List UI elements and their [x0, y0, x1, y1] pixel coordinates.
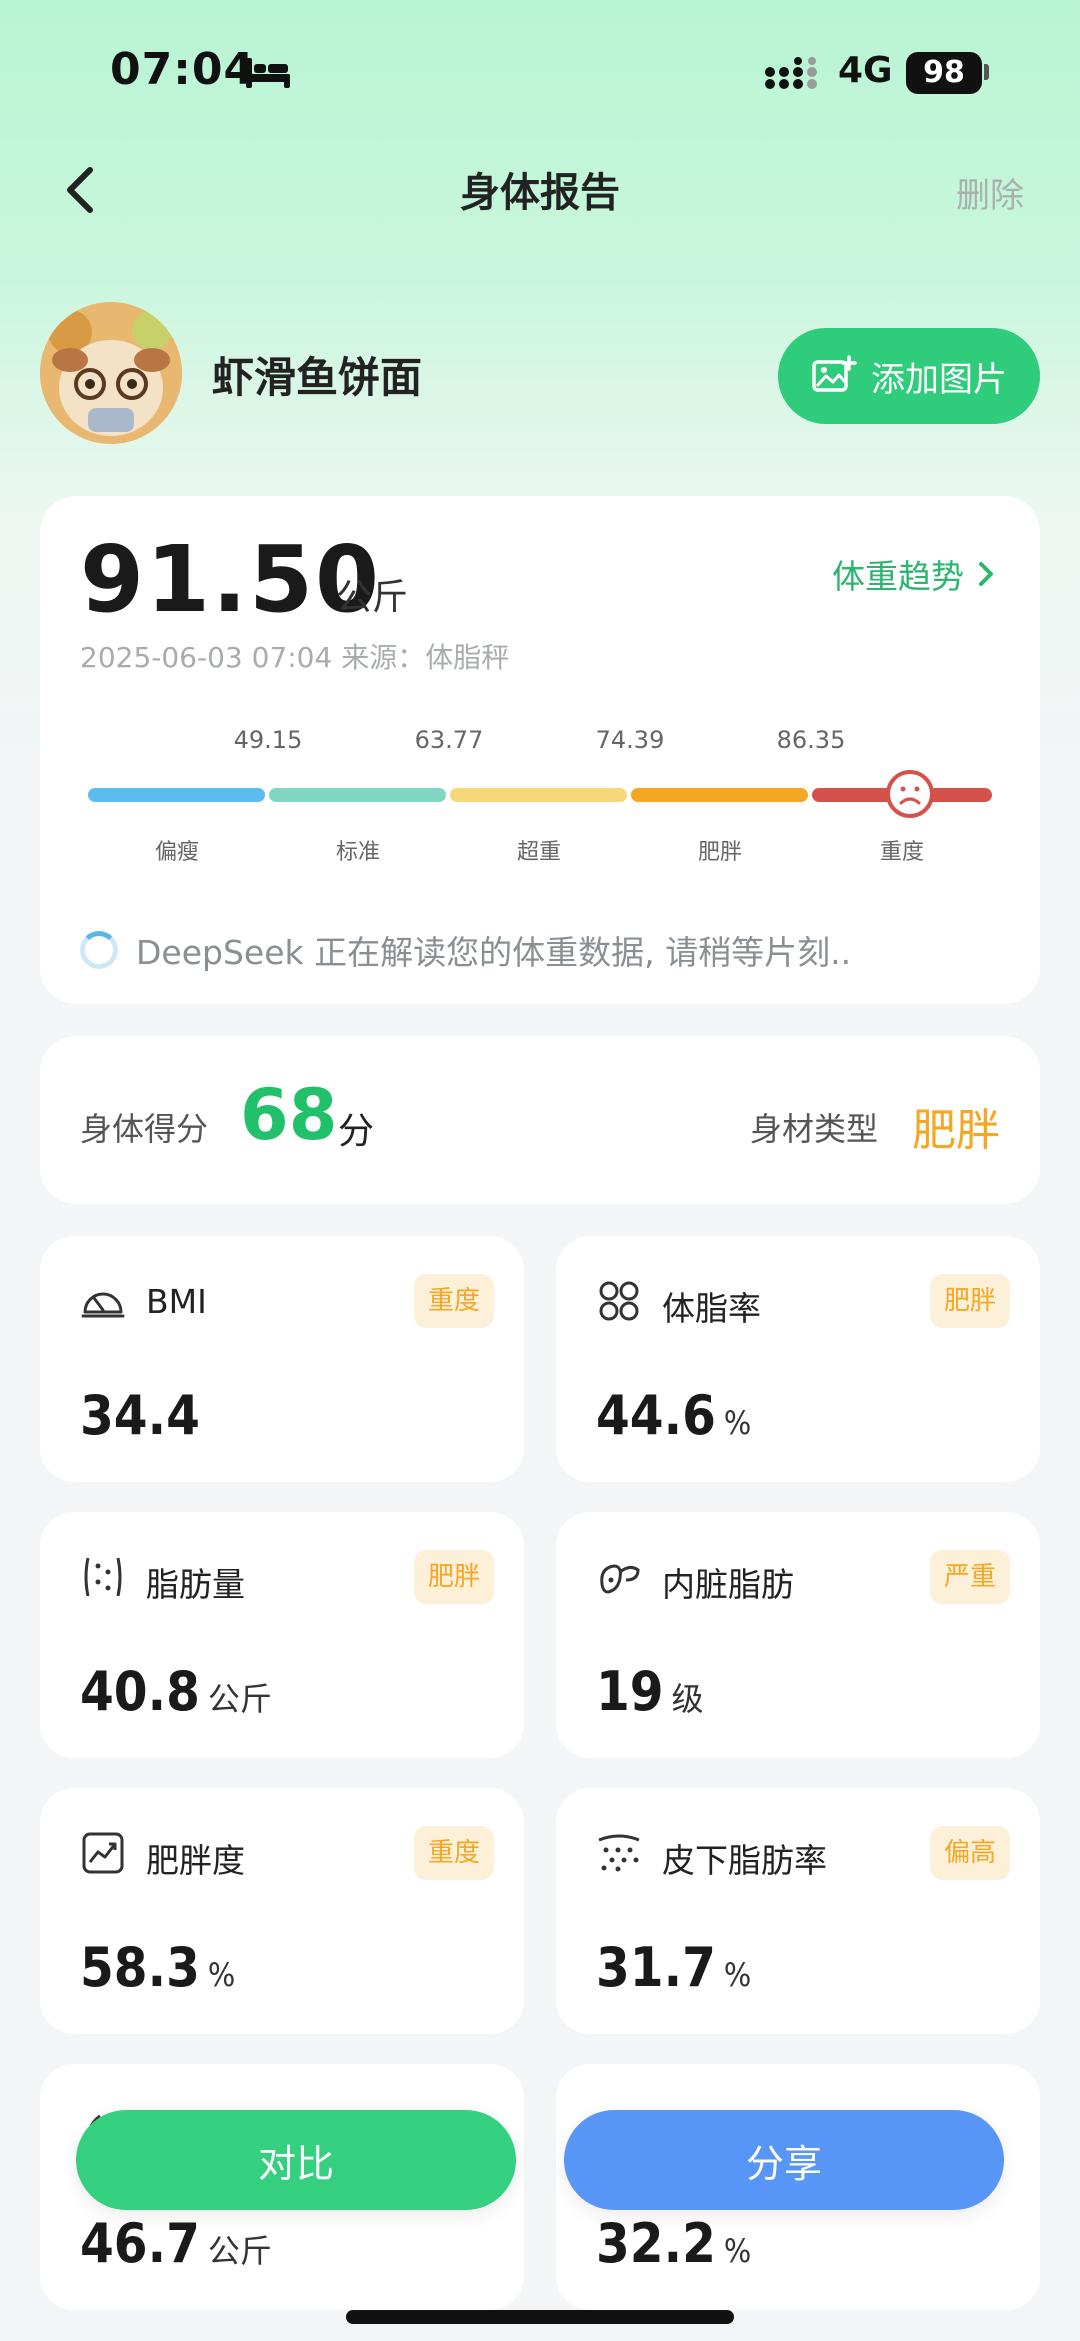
status-bar: 07:04 4G 98	[0, 0, 1080, 150]
bodytype-value: 肥胖	[912, 1105, 1000, 1156]
scale-label: 超重	[516, 840, 562, 865]
add-image-button[interactable]: 添加图片	[778, 328, 1040, 424]
metric-card-body-fat[interactable]: 体脂率 肥胖 44.6%	[556, 1236, 1040, 1482]
ai-status-text: DeepSeek 正在解读您的体重数据, 请稍等片刻..	[136, 933, 852, 972]
scale-segment-obese	[631, 788, 808, 802]
scale-threshold: 63.77	[414, 726, 484, 754]
chevron-right-icon	[979, 562, 993, 586]
score-card: 身体得分 68 分 身材类型 肥胖	[40, 1036, 1040, 1204]
add-image-icon	[812, 355, 857, 392]
compare-button[interactable]: 对比	[76, 2110, 516, 2210]
metric-value: 34.4	[80, 1384, 200, 1447]
gauge-icon	[81, 1292, 125, 1318]
home-indicator	[346, 2310, 734, 2324]
avatar[interactable]	[40, 302, 182, 444]
username: 虾滑鱼饼面	[212, 353, 423, 402]
metric-name: 肥胖度	[146, 1841, 245, 1880]
fat-mass-icon	[84, 1557, 122, 1597]
metric-card-fat-mass[interactable]: 脂肪量 肥胖 40.8 公斤	[40, 1512, 524, 1758]
metric-card-obesity-degree[interactable]: 肥胖度 重度 58.3%	[40, 1788, 524, 2034]
metric-badge: 肥胖	[929, 1274, 1010, 1328]
metric-value: 46.7 公斤	[80, 2212, 272, 2275]
metric-card-bmi[interactable]: BMI 重度 34.4	[40, 1236, 524, 1482]
battery-indicator: 98	[906, 52, 982, 94]
scale-label: 标准	[335, 840, 381, 865]
ai-analysis-status: DeepSeek 正在解读您的体重数据, 请稍等片刻..	[80, 926, 851, 974]
metric-name: 内脏脂肪	[662, 1565, 794, 1604]
signal-icon	[765, 57, 817, 89]
network-label: 4G	[838, 50, 893, 91]
metric-value: 32.2%	[596, 2212, 752, 2275]
subcutaneous-icon	[598, 1834, 640, 1872]
metric-value: 44.6%	[596, 1384, 752, 1447]
metric-card-visceral-fat[interactable]: 内脏脂肪 严重 19 级	[556, 1512, 1040, 1758]
organ-icon	[600, 1564, 640, 1594]
scale-threshold: 49.15	[233, 726, 303, 754]
weight-trend-label: 体重趋势	[832, 557, 964, 596]
score-value: 68	[240, 1074, 338, 1156]
bed-icon	[246, 58, 290, 88]
scale-label: 重度	[879, 840, 925, 865]
share-button[interactable]: 分享	[564, 2110, 1004, 2210]
metric-value: 58.3%	[80, 1936, 236, 1999]
metric-value: 19 级	[596, 1660, 704, 1723]
score-label: 身体得分	[80, 1110, 209, 1148]
weight-trend-link[interactable]: 体重趋势	[832, 550, 996, 598]
metric-badge: 重度	[413, 1826, 494, 1880]
metric-badge: 偏高	[929, 1826, 1010, 1880]
page-title: 身体报告	[460, 170, 620, 216]
scale-threshold: 86.35	[776, 726, 846, 754]
scale-segment-standard	[269, 788, 446, 802]
add-image-label: 添加图片	[871, 359, 1007, 400]
scale-label: 偏瘦	[154, 840, 200, 865]
metric-badge: 严重	[929, 1550, 1010, 1604]
score-unit: 分	[338, 1111, 375, 1152]
status-time: 07:04	[110, 44, 256, 95]
weight-meta: 2025-06-03 07:04 来源：体脂秤	[80, 641, 510, 674]
metric-value: 40.8 公斤	[80, 1660, 272, 1723]
bodytype-label: 身材类型	[750, 1110, 879, 1148]
scale-segment-underweight	[88, 788, 265, 802]
metric-name: BMI	[146, 1282, 207, 1321]
fat-cells-icon	[599, 1281, 639, 1321]
battery-tip	[984, 64, 989, 80]
metric-card-subcutaneous-fat[interactable]: 皮下脂肪率 偏高 31.7%	[556, 1788, 1040, 2034]
sad-face-icon	[886, 770, 934, 818]
delete-button[interactable]: 删除	[956, 168, 1024, 217]
scale-segment-overweight	[450, 788, 627, 802]
trend-chart-icon	[82, 1832, 124, 1874]
metric-name: 脂肪量	[146, 1565, 245, 1604]
scale-threshold: 74.39	[595, 726, 665, 754]
metric-badge: 肥胖	[413, 1550, 494, 1604]
metric-value: 31.7%	[596, 1936, 752, 1999]
metric-name: 体脂率	[662, 1289, 761, 1328]
loading-spinner-icon	[80, 931, 118, 969]
metric-badge: 重度	[413, 1274, 494, 1328]
metric-name: 皮下脂肪率	[662, 1841, 827, 1880]
weight-card: 91.50 公斤 体重趋势 2025-06-03 07:04 来源：体脂秤 49…	[40, 496, 1040, 1004]
avatar-image	[40, 302, 182, 444]
scale-label: 肥胖	[697, 840, 743, 865]
weight-unit: 公斤	[336, 577, 409, 618]
